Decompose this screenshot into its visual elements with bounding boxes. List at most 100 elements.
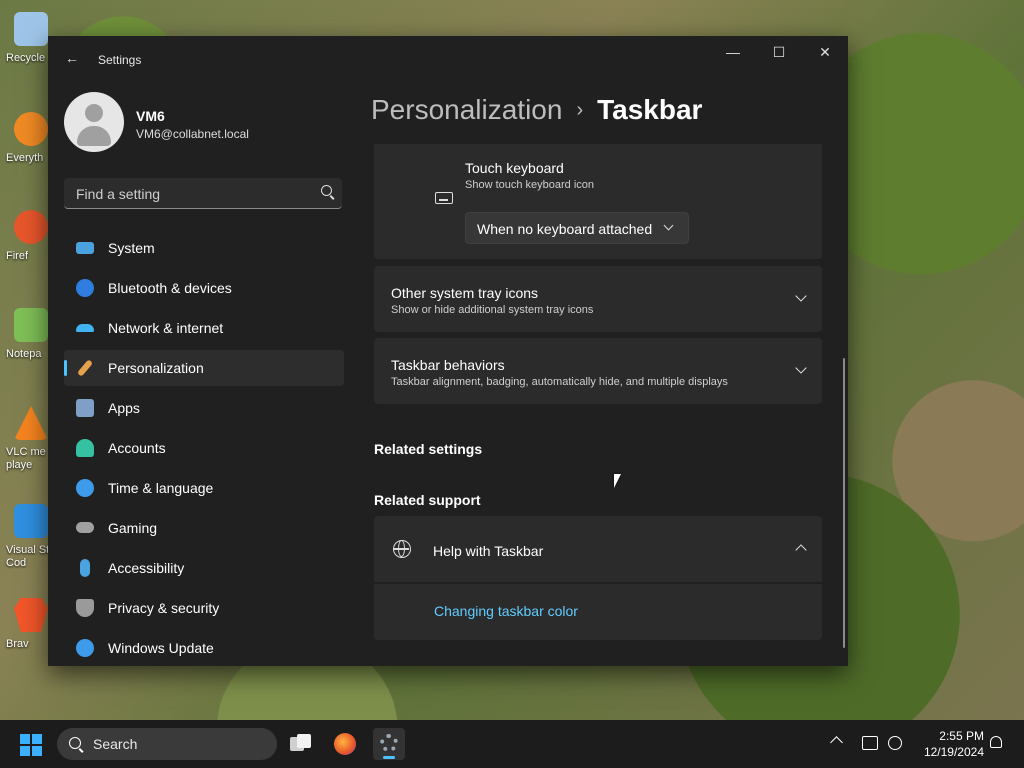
- system-clock[interactable]: 2:55 PM 12/19/2024: [914, 728, 984, 760]
- minimize-button[interactable]: —: [710, 36, 756, 68]
- desktop-icon-everything[interactable]: Everyth: [0, 108, 48, 168]
- monitor-icon: [76, 242, 94, 254]
- sidebar-item-label: Time & language: [108, 480, 214, 496]
- touch-keyboard-title: Touch keyboard: [465, 160, 564, 176]
- behaviors-title: Taskbar behaviors: [391, 357, 505, 373]
- user-email: VM6@collabnet.local: [136, 127, 249, 141]
- sidebar-item-label: Privacy & security: [108, 600, 220, 616]
- chevron-down-icon: [663, 220, 674, 231]
- desktop-icon-label: Brav: [6, 638, 29, 650]
- start-button[interactable]: [20, 734, 42, 756]
- sidebar-item-label: Apps: [108, 400, 140, 416]
- sidebar-item-label: Accessibility: [108, 560, 185, 576]
- taskbar-search[interactable]: Search: [57, 728, 277, 760]
- avatar-head: [85, 104, 103, 122]
- sidebar-item-windows-update[interactable]: Windows Update: [64, 630, 344, 666]
- other-tray-icons-card[interactable]: Other system tray icons Show or hide add…: [374, 266, 822, 332]
- user-profile[interactable]: VM6 VM6@collabnet.local: [64, 92, 364, 156]
- sidebar-item-label: Network & internet: [108, 320, 224, 336]
- back-arrow-icon[interactable]: ←: [64, 50, 80, 66]
- globe-icon: [393, 540, 411, 558]
- wifi-icon: [76, 324, 94, 332]
- other-tray-subtitle: Show or hide additional system tray icon…: [391, 304, 594, 316]
- sidebar-item-bluetooth[interactable]: Bluetooth & devices: [64, 270, 344, 306]
- desktop-icon-brave[interactable]: Brav: [0, 594, 48, 654]
- close-button[interactable]: ✕: [802, 36, 848, 68]
- search-icon: [69, 737, 81, 749]
- dropdown-value: When no keyboard attached: [477, 221, 653, 237]
- notepad-icon: [14, 308, 48, 342]
- recycle-bin-icon: [14, 12, 48, 46]
- firefox-icon: [334, 733, 356, 755]
- desktop-icon-firefox[interactable]: Firef: [0, 206, 48, 266]
- taskbar-search-label: Search: [93, 736, 138, 752]
- vscode-icon: [14, 504, 48, 538]
- related-settings-heading: Related settings: [374, 441, 483, 457]
- desktop-icon-label: VLC me playe: [6, 446, 46, 471]
- desktop-icon-label: Visual St Cod: [6, 544, 50, 569]
- network-icon[interactable]: [862, 736, 878, 750]
- breadcrumb-separator: ›: [576, 99, 584, 121]
- desktop-icon-vscode[interactable]: Visual St Cod: [0, 500, 49, 569]
- sidebar-item-privacy[interactable]: Privacy & security: [64, 590, 344, 626]
- chevron-down-icon[interactable]: [796, 292, 806, 302]
- chevron-up-icon[interactable]: [830, 736, 843, 749]
- help-links-panel: Changing taskbar color: [374, 584, 822, 640]
- app-title: Settings: [98, 53, 142, 67]
- taskbar: Search 2:55 PM 12/19/2024: [0, 720, 1024, 768]
- active-indicator: [383, 756, 395, 759]
- taskbar-settings[interactable]: [373, 728, 405, 760]
- related-support-heading: Related support: [374, 492, 481, 508]
- help-title: Help with Taskbar: [433, 543, 544, 559]
- sidebar-nav: System Bluetooth & devices Network & int…: [64, 230, 344, 666]
- breadcrumb: Personalization › Taskbar: [371, 94, 702, 126]
- sidebar-item-gaming[interactable]: Gaming: [64, 510, 344, 546]
- sidebar-item-apps[interactable]: Apps: [64, 390, 344, 426]
- update-icon: [76, 639, 94, 657]
- volume-muted-icon[interactable]: [888, 736, 902, 750]
- desktop-icon-vlc[interactable]: VLC me playe: [0, 402, 48, 471]
- desktop-icon-notepad[interactable]: Notepa: [0, 304, 48, 364]
- sidebar-item-accounts[interactable]: Accounts: [64, 430, 344, 466]
- scrollbar[interactable]: [843, 358, 845, 648]
- desktop-icon-label: Firef: [6, 250, 28, 262]
- touch-keyboard-dropdown[interactable]: When no keyboard attached: [465, 212, 689, 244]
- maximize-button[interactable]: ☐: [756, 36, 802, 68]
- sidebar-item-network[interactable]: Network & internet: [64, 310, 344, 346]
- notification-bell-icon[interactable]: [990, 736, 1002, 748]
- chevron-up-icon[interactable]: [796, 542, 806, 552]
- sidebar-item-label: Windows Update: [108, 640, 214, 656]
- bluetooth-icon: [76, 279, 94, 297]
- sidebar-item-personalization[interactable]: Personalization: [64, 350, 344, 386]
- brave-icon: [14, 598, 48, 632]
- sidebar-item-system[interactable]: System: [64, 230, 344, 266]
- taskbar-behaviors-card[interactable]: Taskbar behaviors Taskbar alignment, bad…: [374, 338, 822, 404]
- firefox-icon: [14, 210, 48, 244]
- taskbar-firefox[interactable]: [329, 728, 361, 760]
- settings-content: Touch keyboard Show touch keyboard icon …: [374, 144, 822, 666]
- sidebar-item-label: System: [108, 240, 155, 256]
- desktop-icon-recycle-bin[interactable]: Recycle: [0, 8, 48, 68]
- behaviors-subtitle: Taskbar alignment, badging, automaticall…: [391, 376, 728, 388]
- avatar-body: [77, 126, 111, 146]
- user-name: VM6: [136, 108, 165, 124]
- help-with-taskbar-card[interactable]: Help with Taskbar: [374, 516, 822, 582]
- task-view-button[interactable]: [285, 728, 317, 760]
- title-bar: ← Settings — ☐ ✕: [48, 36, 848, 84]
- find-setting-search[interactable]: [64, 178, 342, 209]
- breadcrumb-parent[interactable]: Personalization: [371, 94, 562, 125]
- chevron-down-icon[interactable]: [796, 364, 806, 374]
- gear-icon: [380, 734, 398, 752]
- search-icon[interactable]: [321, 185, 332, 196]
- vlc-icon: [14, 406, 48, 440]
- other-tray-title: Other system tray icons: [391, 285, 539, 301]
- avatar: [64, 92, 124, 152]
- desktop-icon-label: Notepa: [6, 348, 42, 360]
- sidebar-item-accessibility[interactable]: Accessibility: [64, 550, 344, 586]
- search-input[interactable]: [74, 183, 308, 205]
- settings-window: ← Settings — ☐ ✕ VM6 VM6@collabnet.local…: [48, 36, 848, 666]
- clock-date: 12/19/2024: [923, 745, 984, 759]
- sidebar-item-time-language[interactable]: Time & language: [64, 470, 344, 506]
- changing-taskbar-color-link[interactable]: Changing taskbar color: [434, 603, 578, 619]
- globe-clock-icon: [76, 479, 94, 497]
